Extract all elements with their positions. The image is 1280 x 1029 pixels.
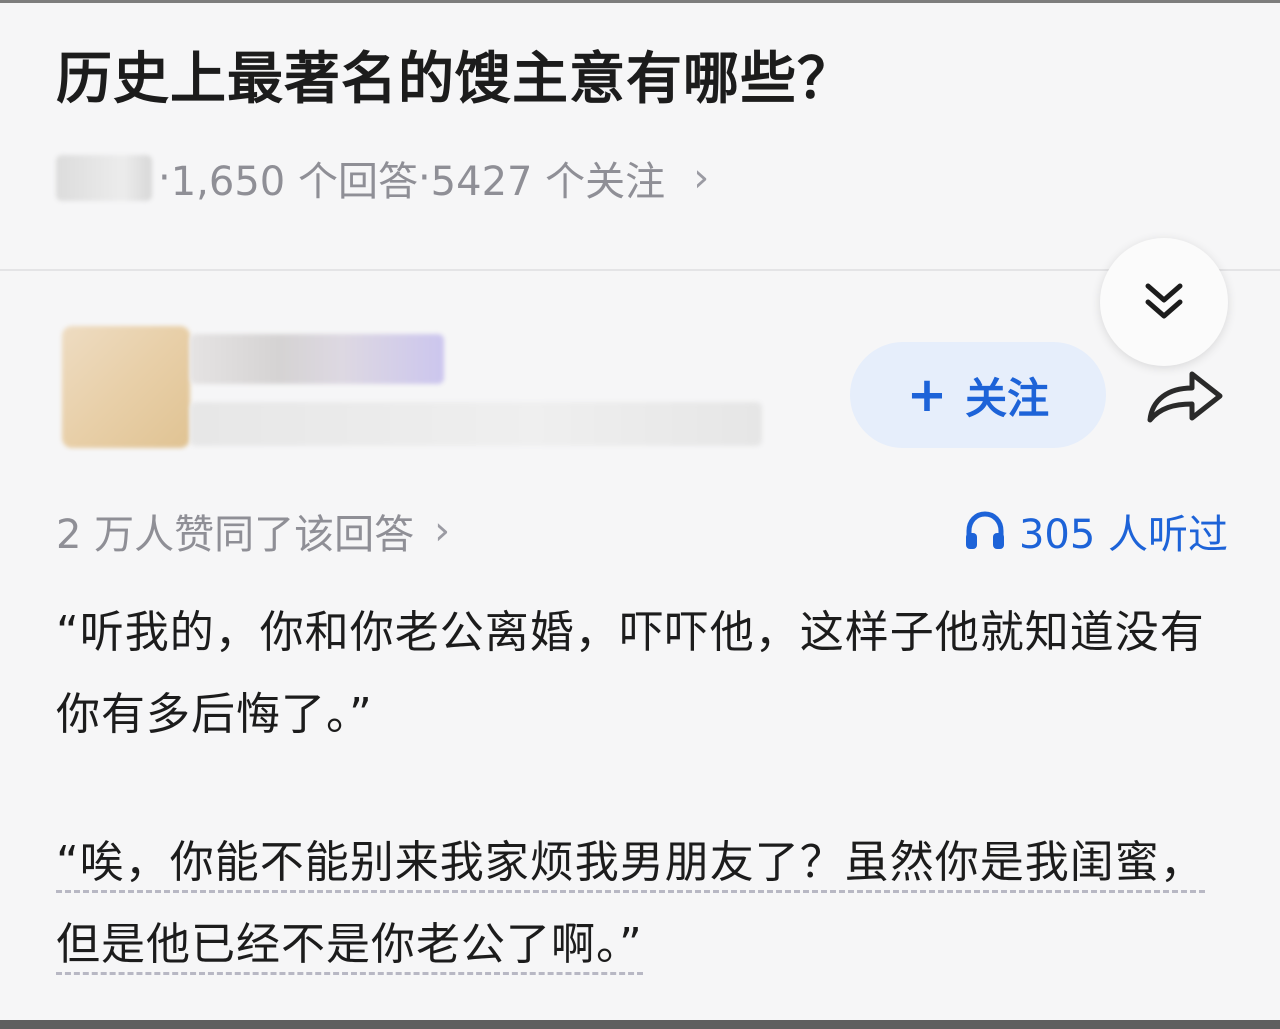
listen-count-text: 305 人听过 xyxy=(1018,512,1228,558)
answer-paragraph-2: “唉，你能不能别来我家烦我男朋友了？虽然你是我闺蜜，但是他已经不是你老公了啊。” xyxy=(56,822,1226,986)
meta-separator-2: · xyxy=(417,155,431,201)
bottom-edge xyxy=(0,1020,1280,1029)
top-edge xyxy=(0,0,1280,3)
divider xyxy=(0,269,1280,271)
author-bio-blurred xyxy=(190,402,762,446)
meta-separator: · xyxy=(158,155,171,201)
listen-count[interactable]: 305 人听过 xyxy=(940,502,1228,560)
question-title[interactable]: 历史上最著名的馊主意有哪些？ xyxy=(56,46,854,113)
question-meta[interactable]: · 1,650 个回答 · 5427 个关注 › xyxy=(56,150,709,206)
upvote-count: 2 万人赞同了该回答 xyxy=(56,512,415,558)
followers-count: 5427 个关注 xyxy=(430,159,666,205)
plus-icon: + xyxy=(906,367,948,423)
chevron-right-icon: › xyxy=(434,508,451,554)
upvote-summary[interactable]: 2 万人赞同了该回答 › xyxy=(56,502,450,560)
answers-count: 1,650 个回答 xyxy=(170,159,418,205)
chevron-right-icon: › xyxy=(693,155,710,201)
headphones-icon xyxy=(965,511,1004,549)
double-chevron-down-icon xyxy=(1145,283,1183,319)
blurred-topic xyxy=(56,155,152,201)
answer-paragraph-2-text[interactable]: “唉，你能不能别来我家烦我男朋友了？虽然你是我闺蜜，但是他已经不是你老公了啊。” xyxy=(56,837,1205,975)
avatar[interactable] xyxy=(62,326,190,448)
answer-paragraph-1: “听我的，你和你老公离婚，吓吓他，这样子他就知道没有你有多后悔了。” xyxy=(56,607,1205,740)
share-button[interactable] xyxy=(1140,360,1230,430)
author-name-blurred[interactable] xyxy=(190,334,444,384)
follow-label: 关注 xyxy=(965,373,1050,423)
collapse-button[interactable] xyxy=(1100,238,1228,366)
share-arrow-icon xyxy=(1147,371,1223,423)
follow-button[interactable]: + 关注 xyxy=(850,342,1106,448)
